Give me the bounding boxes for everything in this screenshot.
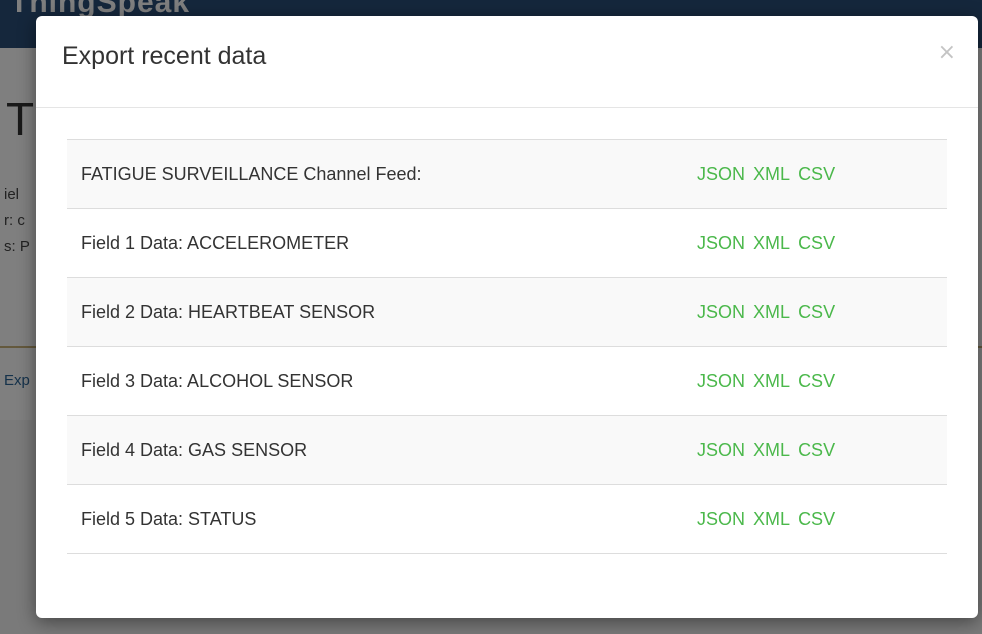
export-csv-link[interactable]: CSV xyxy=(798,164,835,184)
modal-body: FATIGUE SURVEILLANCE Channel Feed: JSON X… xyxy=(67,139,947,554)
export-row-label: Field 4 Data: GAS SENSOR xyxy=(67,415,697,485)
export-table-body: FATIGUE SURVEILLANCE Channel Feed: JSON X… xyxy=(67,139,947,554)
export-format-links: JSON XML CSV xyxy=(697,346,947,416)
modal-title: Export recent data xyxy=(62,42,267,70)
export-row-label: Field 2 Data: HEARTBEAT SENSOR xyxy=(67,277,697,347)
export-format-links: JSON XML CSV xyxy=(697,208,947,278)
export-table: FATIGUE SURVEILLANCE Channel Feed: JSON X… xyxy=(67,139,947,554)
export-row: Field 3 Data: ALCOHOL SENSOR JSON XML CSV xyxy=(67,346,947,416)
export-row: Field 1 Data: ACCELEROMETER JSON XML CSV xyxy=(67,208,947,278)
close-button[interactable]: × xyxy=(938,42,956,64)
export-json-link[interactable]: JSON xyxy=(697,509,745,529)
export-format-links: JSON XML CSV xyxy=(697,277,947,347)
export-csv-link[interactable]: CSV xyxy=(798,302,835,322)
export-row: FATIGUE SURVEILLANCE Channel Feed: JSON X… xyxy=(67,139,947,209)
export-row: Field 4 Data: GAS SENSOR JSON XML CSV xyxy=(67,415,947,485)
export-xml-link[interactable]: XML xyxy=(753,371,790,391)
export-format-links: JSON XML CSV xyxy=(697,415,947,485)
export-xml-link[interactable]: XML xyxy=(753,509,790,529)
export-xml-link[interactable]: XML xyxy=(753,440,790,460)
export-json-link[interactable]: JSON xyxy=(697,440,745,460)
export-format-links: JSON XML CSV xyxy=(697,139,947,209)
export-row: Field 5 Data: STATUS JSON XML CSV xyxy=(67,484,947,554)
modal-header: Export recent data × xyxy=(36,16,978,108)
export-format-links: JSON XML CSV xyxy=(697,484,947,554)
export-row: Field 2 Data: HEARTBEAT SENSOR JSON XML C… xyxy=(67,277,947,347)
export-csv-link[interactable]: CSV xyxy=(798,233,835,253)
export-row-label: Field 3 Data: ALCOHOL SENSOR xyxy=(67,346,697,416)
export-xml-link[interactable]: XML xyxy=(753,164,790,184)
export-row-label: Field 5 Data: STATUS xyxy=(67,484,697,554)
export-modal: Export recent data × FATIGUE SURVEILLANC… xyxy=(36,16,978,618)
export-row-label: Field 1 Data: ACCELEROMETER xyxy=(67,208,697,278)
export-json-link[interactable]: JSON xyxy=(697,371,745,391)
close-icon: × xyxy=(937,40,956,65)
export-csv-link[interactable]: CSV xyxy=(798,440,835,460)
export-xml-link[interactable]: XML xyxy=(753,233,790,253)
export-csv-link[interactable]: CSV xyxy=(798,371,835,391)
export-json-link[interactable]: JSON xyxy=(697,233,745,253)
export-xml-link[interactable]: XML xyxy=(753,302,790,322)
export-csv-link[interactable]: CSV xyxy=(798,509,835,529)
export-json-link[interactable]: JSON xyxy=(697,164,745,184)
export-json-link[interactable]: JSON xyxy=(697,302,745,322)
export-row-label: FATIGUE SURVEILLANCE Channel Feed: xyxy=(67,139,697,209)
